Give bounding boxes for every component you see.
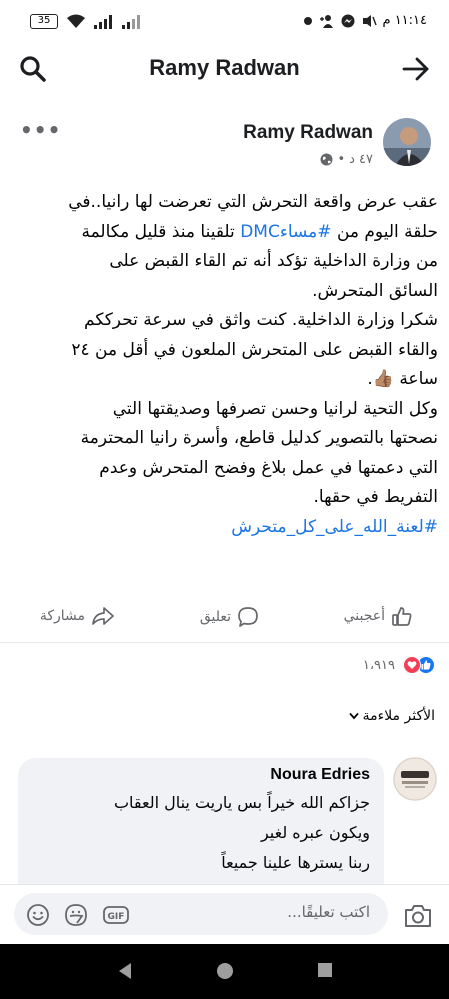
comment-input-box[interactable]: اكتب تعليقًا... GIF xyxy=(14,893,388,935)
emoji-icon[interactable] xyxy=(26,903,50,927)
more-options-icon[interactable]: ••• xyxy=(20,118,61,142)
clock: ١١:١٤ م xyxy=(382,13,428,28)
reactions-summary[interactable]: ١،٩١٩ xyxy=(363,656,435,674)
system-nav-bar xyxy=(0,944,449,999)
comment-text: جزاكم الله خيراً بس ياريت ينال العقاب وي… xyxy=(32,788,370,878)
post-line: نصحتها بالتصوير كدليل قاطع، وأسرة رانيا … xyxy=(80,428,438,448)
messenger-icon xyxy=(341,14,354,27)
post-line: وكل التحية لرانيا وحسن تصرفها وصديقتها ا… xyxy=(112,398,438,419)
globe-icon xyxy=(320,153,333,166)
arrow-right-icon[interactable] xyxy=(401,54,431,84)
signal-icon xyxy=(94,14,112,29)
post-time[interactable]: ٤٧ د xyxy=(349,152,373,167)
like-button[interactable]: أعجبني xyxy=(344,606,413,626)
post-author[interactable]: Ramy Radwan xyxy=(243,122,373,144)
page-title: Ramy Radwan xyxy=(149,55,300,80)
share-label: مشاركة xyxy=(39,608,85,624)
comment-icon xyxy=(238,607,258,627)
signal-icon-2 xyxy=(122,14,140,29)
post-line: تلقينا منذ قليل مكالمة xyxy=(81,221,241,242)
post-line: عقب عرض واقعة التحرش التي تعرضت لها راني… xyxy=(68,192,438,212)
chevron-down-icon xyxy=(348,712,359,720)
sort-label: الأكثر ملاءمة xyxy=(362,708,435,724)
wifi-icon xyxy=(67,14,85,28)
battery-indicator: 35 xyxy=(30,14,58,29)
notification-icon xyxy=(303,16,312,25)
love-reaction-icon xyxy=(403,656,421,674)
post-line: شكرا وزارة الداخلية. كنت واثق في سرعة تح… xyxy=(84,310,438,330)
post-line: حلقة اليوم من xyxy=(331,221,438,242)
post-line: والقاء القبض على المتحرش الملعون في أقل … xyxy=(71,339,438,360)
post-line: التفريط في حقها. xyxy=(313,487,438,507)
hashtag-link[interactable]: #لعنة_الله_على_كل_متحرش xyxy=(231,517,438,537)
hashtag-link[interactable]: #مساءDMC xyxy=(240,222,331,242)
post-line: ساعة xyxy=(399,369,438,389)
comment-line: جزاكم الله خيراً بس ياريت ينال العقاب xyxy=(113,793,370,812)
like-label: أعجبني xyxy=(343,608,385,624)
status-bar: 35 ١١:١٤ م xyxy=(0,0,449,44)
recents-icon[interactable] xyxy=(317,962,333,978)
post-line: السائق المتحرش. xyxy=(312,280,438,301)
comment-line: ربنا يسترها علينا جميعاً xyxy=(221,853,370,872)
post-line: التي دعمتها في عمل بلاغ وفضح المتحرش وعد… xyxy=(99,457,438,478)
post-text: عقب عرض واقعة التحرش التي تعرضت لها راني… xyxy=(10,188,438,542)
svg-text:GIF: GIF xyxy=(108,912,125,922)
comment-bubble[interactable]: Noura Edries جزاكم الله خيراً بس ياريت ي… xyxy=(18,758,384,884)
post-meta: ٤٧ د • xyxy=(320,152,373,167)
share-button[interactable]: مشاركة xyxy=(40,606,115,626)
silent-icon xyxy=(362,14,377,27)
post-header: Ramy Radwan ٤٧ د • ••• xyxy=(0,110,449,174)
comment-label: تعليق xyxy=(199,609,231,625)
back-icon[interactable] xyxy=(117,962,133,980)
post-actions: أعجبني تعليق مشاركة xyxy=(0,600,449,640)
comment-sort-dropdown[interactable]: الأكثر ملاءمة xyxy=(348,708,435,724)
commenter-avatar[interactable] xyxy=(393,757,437,801)
comment-author[interactable]: Noura Edries xyxy=(32,766,370,784)
comment-composer: اكتب تعليقًا... GIF xyxy=(0,884,449,944)
add-friend-icon xyxy=(319,14,333,28)
comment-input[interactable]: اكتب تعليقًا... xyxy=(287,903,370,921)
comment-button[interactable]: تعليق xyxy=(200,606,259,628)
post-line: من وزارة الداخلية تؤكد أنه تم القاء القب… xyxy=(109,251,438,271)
thumbs-up-emoji: 👍🏽. xyxy=(367,369,394,389)
like-icon xyxy=(392,607,412,626)
divider xyxy=(0,642,449,643)
camera-icon[interactable] xyxy=(403,903,433,929)
sticker-icon[interactable] xyxy=(64,903,88,927)
gif-icon[interactable]: GIF xyxy=(102,903,130,927)
home-icon[interactable] xyxy=(216,962,234,980)
author-avatar[interactable] xyxy=(383,118,431,166)
share-icon xyxy=(92,607,114,625)
reaction-count: ١،٩١٩ xyxy=(362,657,395,673)
comment-line: ويكون عبره لغير xyxy=(260,823,370,842)
dot-separator: • xyxy=(337,152,346,167)
app-header: Ramy Radwan xyxy=(0,44,449,94)
app-root: 35 ١١:١٤ م Ramy Radwan Ramy Radwan ٤٧ د … xyxy=(0,0,449,999)
